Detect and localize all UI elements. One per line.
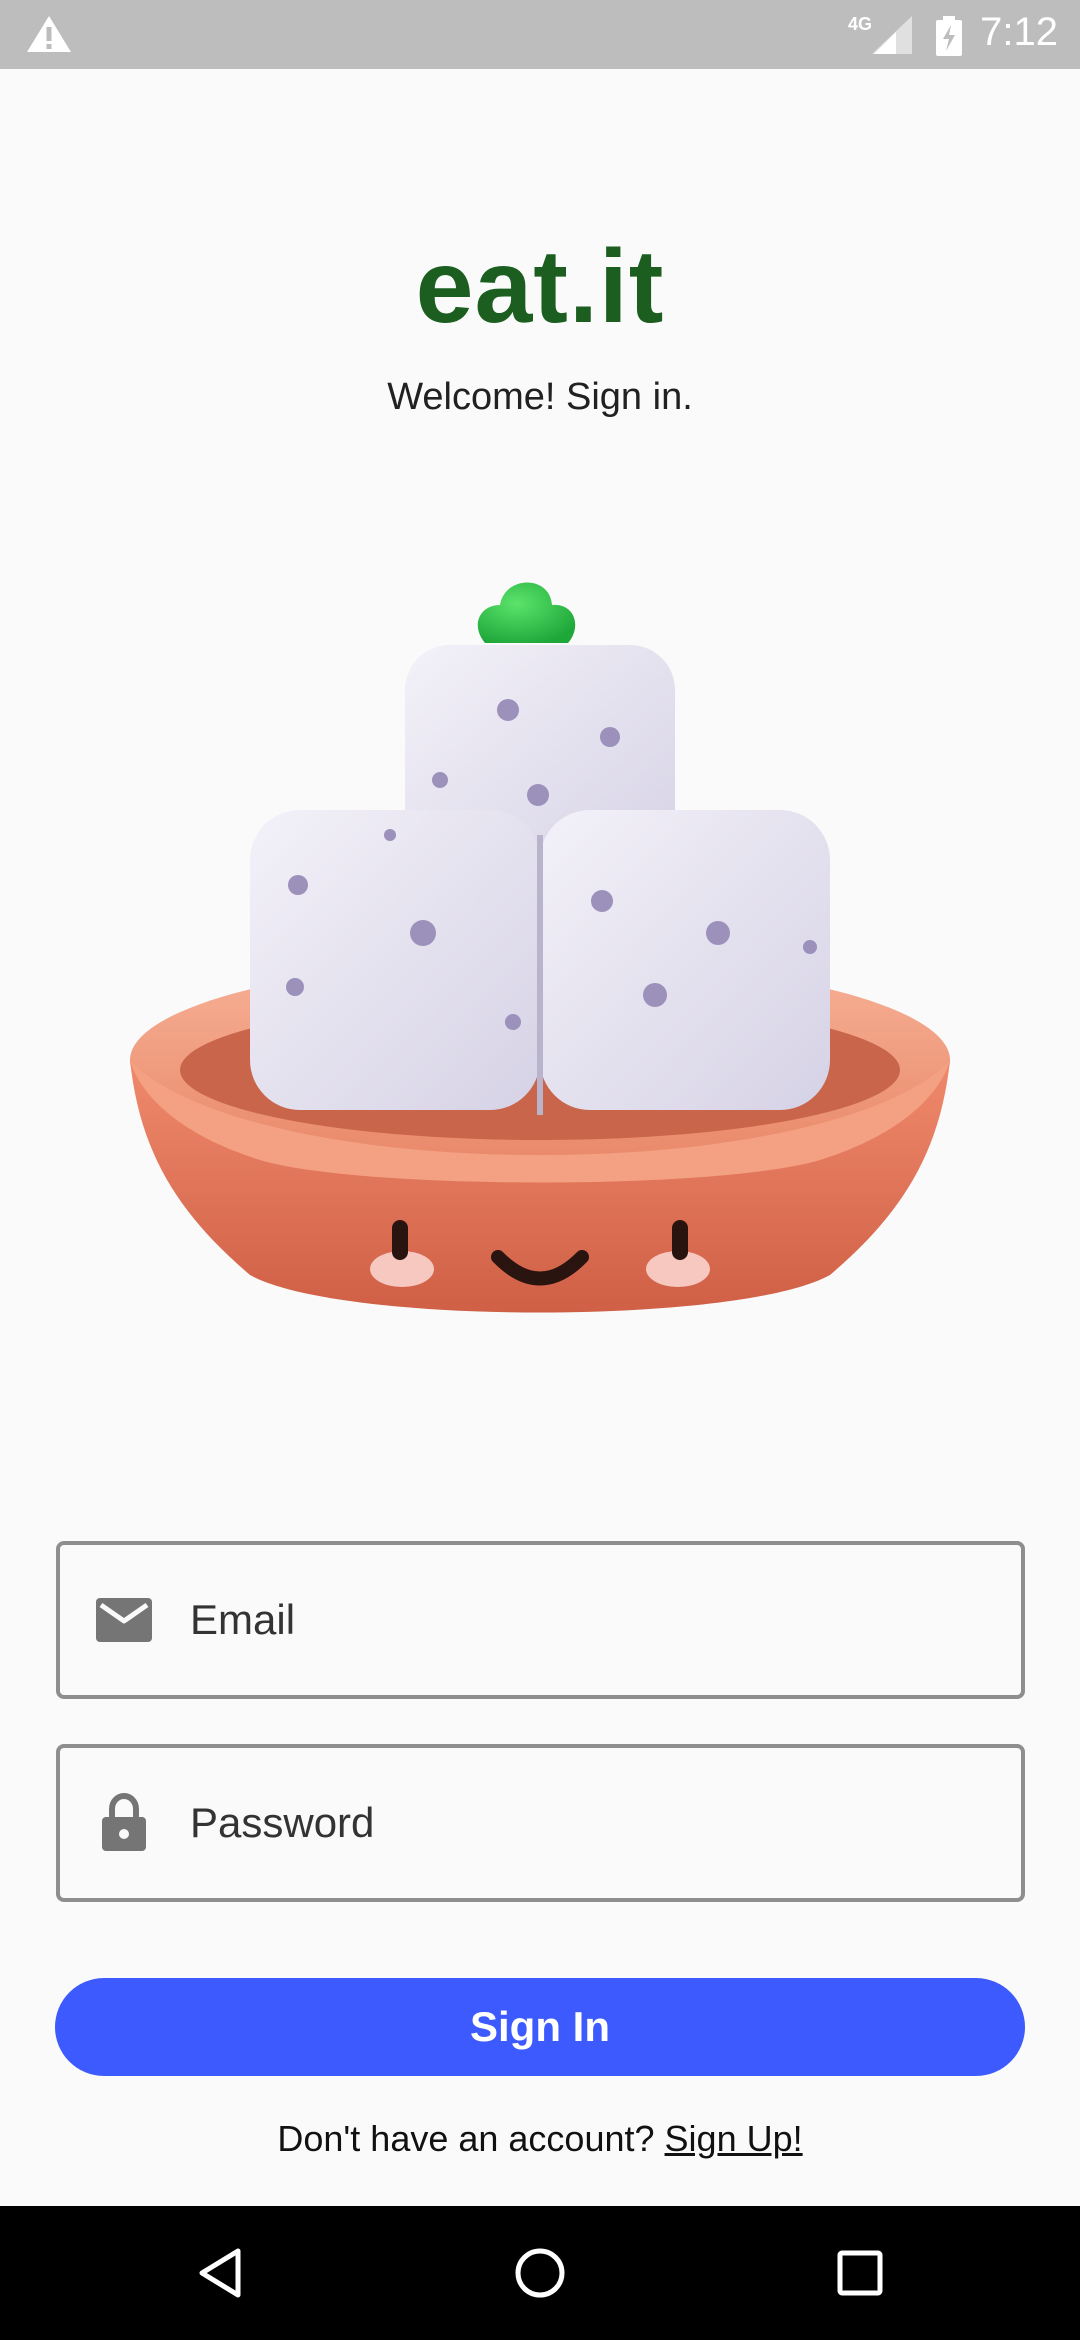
signal-icon bbox=[872, 16, 912, 54]
status-time: 7:12 bbox=[980, 10, 1058, 54]
app-title: eat.it bbox=[415, 229, 665, 345]
back-icon[interactable] bbox=[190, 2243, 250, 2303]
email-input[interactable] bbox=[190, 1545, 1010, 1695]
welcome-subtitle: Welcome! Sign in. bbox=[387, 376, 693, 418]
warning-icon bbox=[27, 16, 71, 52]
system-nav-bar bbox=[0, 2206, 1080, 2340]
signup-prompt: Don't have an account? bbox=[277, 2118, 655, 2159]
food-bowl-illustration bbox=[130, 582, 950, 1313]
sign-up-link[interactable]: Sign Up! bbox=[665, 2118, 803, 2159]
login-screen: 4G 7:12 eat.it Welcome! Sign in. Email S… bbox=[0, 0, 1080, 2340]
home-icon[interactable] bbox=[510, 2243, 570, 2303]
password-input[interactable] bbox=[190, 1748, 1010, 1898]
status-bar: 4G 7:12 bbox=[0, 0, 1080, 69]
sign-in-button[interactable]: Sign In bbox=[55, 1978, 1025, 2076]
battery-charging-icon bbox=[936, 16, 962, 56]
lock-icon bbox=[94, 1793, 154, 1853]
recents-icon[interactable] bbox=[830, 2243, 890, 2303]
signup-row: Don't have an account? Sign Up! bbox=[0, 2118, 1080, 2160]
password-field[interactable] bbox=[56, 1744, 1025, 1902]
mail-icon bbox=[94, 1590, 154, 1650]
email-field[interactable] bbox=[56, 1541, 1025, 1699]
